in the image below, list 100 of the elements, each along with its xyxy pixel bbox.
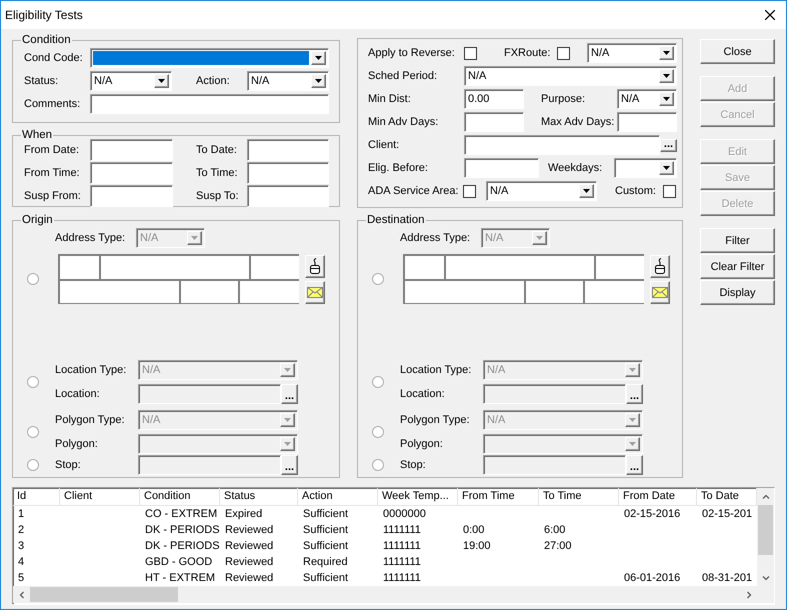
group-title: Origin	[21, 214, 54, 227]
address-field[interactable]	[405, 280, 524, 303]
scroll-thumb[interactable]	[30, 587, 178, 602]
mouse-button[interactable]	[305, 254, 325, 278]
action-button[interactable]: Display	[700, 280, 775, 305]
scroll-left-icon[interactable]	[18, 590, 26, 598]
condition-code-dropdown[interactable]	[90, 48, 329, 68]
comments-field[interactable]	[90, 94, 329, 114]
field-label: Polygon:	[400, 438, 444, 450]
ada-area-dropdown[interactable]: N/A	[486, 181, 597, 201]
scroll-right-icon[interactable]	[744, 590, 752, 598]
fxroute-checkbox[interactable]	[557, 46, 570, 60]
radio-button[interactable]	[372, 459, 384, 471]
purpose-dropdown[interactable]: N/A	[617, 89, 677, 109]
address-field[interactable]	[446, 256, 594, 278]
radio-button[interactable]	[372, 376, 384, 388]
envelope-button[interactable]	[305, 280, 325, 304]
address-field[interactable]	[60, 256, 99, 278]
table-cell-text: Reviewed	[224, 523, 274, 538]
address-field[interactable]	[405, 256, 444, 278]
dropdown-button[interactable]	[659, 46, 674, 60]
action-dropdown[interactable]: N/A	[247, 71, 329, 91]
dropdown-button[interactable]	[659, 161, 674, 175]
table-cell-text: CO - EXTREM	[144, 507, 218, 522]
column-header[interactable]: Week Temp...	[378, 488, 458, 506]
caret-icon	[629, 442, 636, 446]
radio-button[interactable]	[27, 273, 39, 285]
field-label: Address Type:	[55, 232, 126, 244]
radio-button[interactable]	[27, 459, 39, 471]
dropdown-button[interactable]	[659, 69, 674, 83]
field-label: Action:	[196, 75, 231, 87]
scroll-thumb[interactable]	[758, 505, 773, 555]
address-field[interactable]	[240, 280, 299, 303]
browse-button[interactable]: ...	[660, 138, 677, 152]
custom-checkbox[interactable]	[663, 184, 676, 198]
column-header[interactable]: Id	[13, 488, 60, 506]
table-cell-text: 1111111	[382, 539, 422, 554]
radio-button[interactable]	[372, 273, 384, 285]
envelope-button[interactable]	[650, 280, 670, 304]
field-label: Min Dist:	[368, 93, 412, 105]
mouse-button[interactable]	[650, 254, 670, 278]
scroll-up-icon[interactable]	[762, 492, 770, 500]
column-header[interactable]: From Date	[619, 488, 697, 506]
reverse-checkbox[interactable]	[464, 46, 477, 60]
action-button[interactable]: Close	[700, 39, 775, 64]
table-cell-text: 19:00	[462, 539, 492, 554]
table-cell-text: 1111111	[382, 555, 422, 570]
table-cell-text: 02-15-2016	[623, 507, 682, 522]
date-time-field[interactable]	[247, 162, 329, 184]
action-button[interactable]: Clear Filter	[700, 254, 775, 279]
date-time-field[interactable]	[247, 185, 329, 207]
table-cell-text: 02-15-201	[701, 507, 754, 522]
dropdown-button[interactable]	[154, 74, 169, 88]
horizontal-scrollbar[interactable]	[13, 586, 757, 603]
radio-button[interactable]	[372, 426, 384, 438]
scroll-down-icon[interactable]	[762, 574, 770, 582]
address-field[interactable]	[251, 256, 299, 278]
caret-icon	[583, 189, 590, 193]
dropdown-button[interactable]	[311, 51, 326, 65]
column-header[interactable]: To Time	[539, 488, 619, 506]
status-dropdown[interactable]: N/A	[90, 71, 172, 91]
column-header[interactable]: Status	[220, 488, 298, 506]
date-time-field[interactable]	[90, 162, 173, 184]
dropdown-button[interactable]	[311, 74, 326, 88]
address-field[interactable]	[526, 280, 583, 303]
column-header[interactable]: Condition	[140, 488, 220, 506]
min-dist-field[interactable]: 0.00	[464, 89, 524, 109]
column-header[interactable]: Client	[60, 488, 140, 506]
ada-checkbox[interactable]	[463, 184, 476, 198]
date-time-field[interactable]	[247, 139, 329, 161]
min-adv-days-field[interactable]	[464, 112, 524, 132]
close-icon[interactable]	[765, 10, 775, 20]
date-time-field[interactable]	[90, 139, 173, 161]
column-header[interactable]: From Time	[458, 488, 539, 506]
action-button[interactable]: Filter	[700, 228, 775, 253]
field-label: FXRoute:	[504, 47, 552, 59]
address-field[interactable]	[101, 256, 249, 278]
column-header[interactable]: Action	[298, 488, 378, 506]
date-time-field[interactable]	[90, 185, 173, 207]
max-adv-days-field[interactable]	[617, 112, 677, 132]
address-field[interactable]	[181, 280, 238, 303]
weekdays-dropdown[interactable]	[614, 158, 677, 178]
dropdown-button[interactable]	[659, 92, 674, 106]
client-field[interactable]	[464, 135, 660, 155]
address-field[interactable]	[60, 280, 179, 303]
fxroute-dropdown[interactable]: N/A	[587, 43, 677, 63]
field-label: Location:	[55, 388, 101, 400]
dropdown-button[interactable]	[579, 184, 594, 198]
table-cell-text: Expired	[224, 507, 264, 522]
elig-before-field[interactable]	[464, 158, 539, 178]
vertical-scrollbar[interactable]	[757, 488, 774, 586]
envelope-icon	[307, 286, 323, 298]
address-field[interactable]	[585, 280, 644, 303]
address-field[interactable]	[596, 256, 644, 278]
sched-period-dropdown[interactable]: N/A	[464, 66, 677, 86]
field-label: From Date:	[24, 144, 80, 156]
radio-button[interactable]	[27, 426, 39, 438]
caret-icon	[629, 418, 636, 422]
radio-button[interactable]	[27, 376, 39, 388]
field-label: Stop:	[55, 459, 82, 471]
